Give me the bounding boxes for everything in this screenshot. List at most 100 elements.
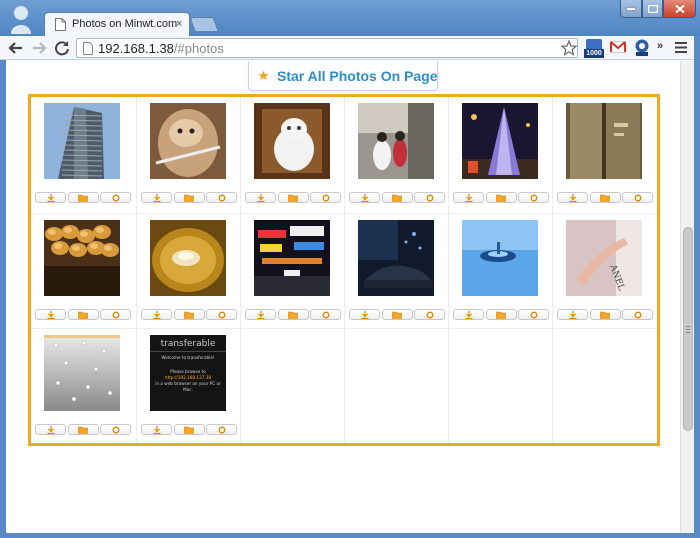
- photo-image: [44, 103, 120, 179]
- circle-button[interactable]: [414, 309, 445, 320]
- folder-button[interactable]: [67, 192, 99, 203]
- folder-button[interactable]: [381, 309, 413, 320]
- photo-thumbnail-glass-door[interactable]: [566, 103, 642, 179]
- download-icon: [257, 193, 264, 202]
- circle-button[interactable]: [100, 424, 131, 435]
- star-all-photos-button[interactable]: Star All Photos On Page: [248, 61, 438, 91]
- photo-thumbnail-night-street-signs[interactable]: [254, 220, 330, 296]
- download-button[interactable]: [349, 309, 380, 320]
- url-text[interactable]: 192.168.1.38/#photos: [98, 41, 224, 56]
- photo-thumbnail-water-drop[interactable]: [462, 220, 538, 296]
- folder-button[interactable]: [277, 309, 309, 320]
- download-button[interactable]: [557, 192, 588, 203]
- photo-cell: [553, 97, 657, 214]
- folder-icon: [496, 194, 506, 202]
- download-button[interactable]: [245, 192, 276, 203]
- folder-button[interactable]: [277, 192, 309, 203]
- tab-photos[interactable]: Photos on Minwt.com ×: [44, 12, 190, 36]
- photo-actions: [35, 309, 131, 321]
- photo-actions: [453, 309, 549, 321]
- folder-button[interactable]: [67, 309, 99, 320]
- menu-icon[interactable]: [675, 42, 687, 53]
- circle-button[interactable]: [206, 192, 237, 203]
- bookmark-star-icon[interactable]: [561, 40, 577, 56]
- profile-icon[interactable]: [10, 4, 32, 34]
- empty-grid-cell: [449, 329, 553, 443]
- folder-button[interactable]: [589, 192, 621, 203]
- photo-thumbnail-rain-on-glass[interactable]: [44, 335, 120, 411]
- window-controls: [620, 0, 696, 18]
- folder-button[interactable]: [173, 309, 205, 320]
- photo-thumbnail-office-tower[interactable]: [44, 103, 120, 179]
- circle-button[interactable]: [100, 309, 131, 320]
- download-button[interactable]: [35, 192, 66, 203]
- download-icon: [465, 310, 472, 319]
- photo-actions: [35, 424, 131, 436]
- folder-button[interactable]: [485, 192, 517, 203]
- download-icon: [47, 193, 54, 202]
- photo-actions: [557, 309, 653, 321]
- photo-thumbnail-couple-street[interactable]: [358, 103, 434, 179]
- photo-image: [150, 103, 226, 179]
- extension-badge-icon[interactable]: 1000: [584, 39, 604, 59]
- photo-cell: [31, 329, 137, 443]
- photo-thumbnail-phone-screenshot[interactable]: transferable Welcome to transferable! Plea…: [150, 335, 226, 411]
- download-button[interactable]: [141, 192, 172, 203]
- download-button[interactable]: [349, 192, 380, 203]
- circle-button[interactable]: [310, 309, 341, 320]
- photo-actions: [557, 192, 653, 204]
- folder-button[interactable]: [485, 309, 517, 320]
- photo-cell: [241, 97, 345, 214]
- download-button[interactable]: [141, 309, 172, 320]
- circle-button[interactable]: [414, 192, 445, 203]
- folder-button[interactable]: [173, 424, 205, 435]
- minimize-button[interactable]: [620, 0, 642, 18]
- download-button[interactable]: [141, 424, 172, 435]
- folder-button[interactable]: [381, 192, 413, 203]
- download-button[interactable]: [35, 309, 66, 320]
- page-icon: [83, 42, 93, 55]
- folder-button[interactable]: [589, 309, 621, 320]
- download-button[interactable]: [35, 424, 66, 435]
- folder-icon: [392, 311, 402, 319]
- close-window-button[interactable]: [663, 0, 696, 18]
- circle-button[interactable]: [310, 192, 341, 203]
- download-button[interactable]: [453, 309, 484, 320]
- circle-button[interactable]: [622, 309, 653, 320]
- tab-close-icon[interactable]: ×: [176, 17, 182, 31]
- vertical-scrollbar[interactable]: [680, 61, 694, 533]
- photo-thumbnail-chanel-bag-hand[interactable]: ANEL: [566, 220, 642, 296]
- circle-button[interactable]: [206, 309, 237, 320]
- forward-arrow-icon[interactable]: [31, 40, 47, 56]
- folder-icon: [78, 194, 88, 202]
- folder-button[interactable]: [173, 192, 205, 203]
- photo-thumbnail-cat-in-glass[interactable]: [150, 103, 226, 179]
- photo-actions: [141, 192, 237, 204]
- url-host: 192.168.1.38: [98, 41, 174, 56]
- download-button[interactable]: [245, 309, 276, 320]
- maximize-button[interactable]: [642, 0, 663, 18]
- scrollbar-thumb[interactable]: [683, 227, 693, 431]
- reload-icon[interactable]: [54, 40, 70, 56]
- extension-icon[interactable]: [634, 39, 650, 57]
- circle-button[interactable]: [206, 424, 237, 435]
- back-arrow-icon[interactable]: [8, 40, 24, 56]
- photo-thumbnail-dumpling-soup[interactable]: [150, 220, 226, 296]
- extensions-overflow-icon[interactable]: »: [657, 40, 663, 52]
- circle-button[interactable]: [518, 192, 549, 203]
- photo-thumbnail-pastries[interactable]: [44, 220, 120, 296]
- photo-thumbnail-christmas-tree[interactable]: [462, 103, 538, 179]
- new-tab-button[interactable]: [189, 17, 219, 31]
- photo-image: [462, 220, 538, 296]
- circle-button[interactable]: [100, 192, 131, 203]
- photo-thumbnail-night-car[interactable]: [358, 220, 434, 296]
- circle-button[interactable]: [622, 192, 653, 203]
- address-bar[interactable]: 192.168.1.38/#photos: [76, 38, 578, 58]
- circle-button[interactable]: [518, 309, 549, 320]
- photo-thumbnail-white-cat[interactable]: [254, 103, 330, 179]
- gmail-icon[interactable]: [610, 41, 626, 53]
- download-button[interactable]: [557, 309, 588, 320]
- folder-icon: [184, 194, 194, 202]
- download-button[interactable]: [453, 192, 484, 203]
- folder-button[interactable]: [67, 424, 99, 435]
